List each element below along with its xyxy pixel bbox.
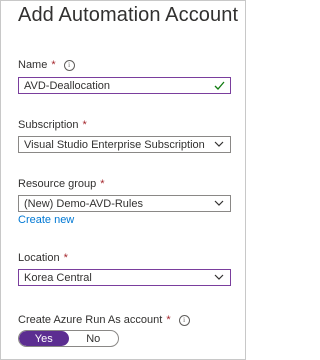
chevron-down-icon <box>214 141 224 147</box>
subscription-value: Visual Studio Enterprise Subscription <box>24 138 205 151</box>
resource-group-label: Resource group <box>18 178 97 190</box>
page-title: Add Automation Account <box>18 4 239 26</box>
name-label: Name <box>18 59 48 71</box>
run-as-label-row: Create Azure Run As account * i <box>18 314 190 326</box>
subscription-label-row: Subscription * <box>18 119 87 131</box>
location-label: Location <box>18 252 60 264</box>
run-as-yes-option[interactable]: Yes <box>19 331 69 346</box>
required-asterisk: * <box>82 119 87 131</box>
name-input-value: AVD-Deallocation <box>24 79 111 92</box>
info-icon[interactable]: i <box>178 314 190 326</box>
location-label-row: Location * <box>18 252 68 264</box>
chevron-down-icon <box>214 200 224 206</box>
required-asterisk: * <box>51 59 56 71</box>
location-value: Korea Central <box>24 271 92 284</box>
info-icon[interactable]: i <box>63 59 75 71</box>
required-asterisk: * <box>166 314 171 326</box>
required-asterisk: * <box>100 178 105 190</box>
checkmark-icon <box>214 81 225 90</box>
name-input[interactable]: AVD-Deallocation <box>18 77 231 94</box>
resource-group-label-row: Resource group * <box>18 178 105 190</box>
resource-group-value: (New) Demo-AVD-Rules <box>24 197 143 210</box>
name-label-row: Name * i <box>18 59 75 71</box>
subscription-label: Subscription <box>18 119 79 131</box>
run-as-no-option[interactable]: No <box>69 331 119 346</box>
location-dropdown[interactable]: Korea Central <box>18 269 231 286</box>
create-new-link[interactable]: Create new <box>18 214 74 226</box>
chevron-down-icon <box>214 274 224 280</box>
run-as-label: Create Azure Run As account <box>18 314 163 326</box>
subscription-dropdown[interactable]: Visual Studio Enterprise Subscription <box>18 136 231 153</box>
required-asterisk: * <box>63 252 68 264</box>
resource-group-dropdown[interactable]: (New) Demo-AVD-Rules <box>18 195 231 212</box>
run-as-toggle[interactable]: Yes No <box>18 330 119 347</box>
